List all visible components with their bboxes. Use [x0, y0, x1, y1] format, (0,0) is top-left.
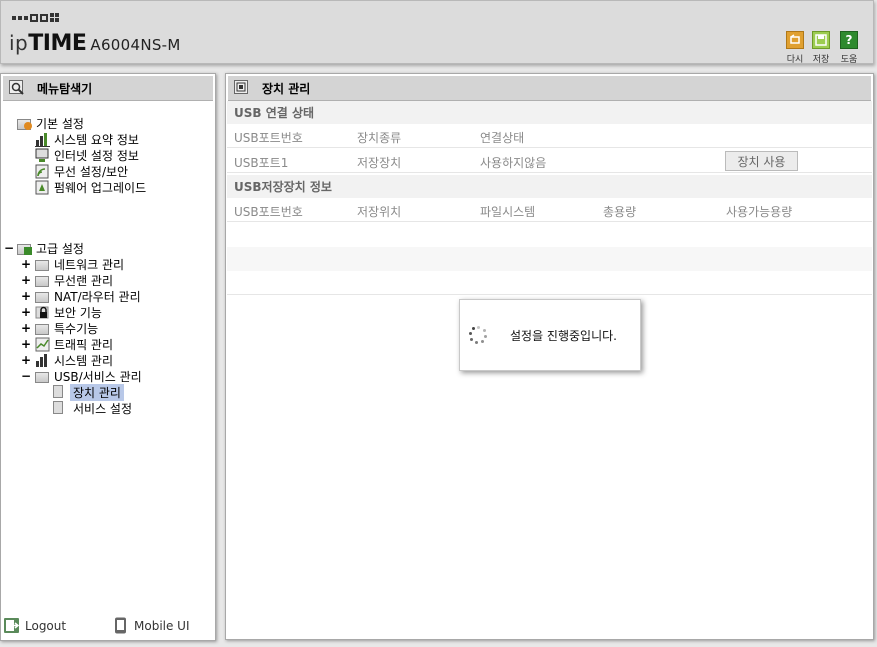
- storage-info-title: USB저장장치 정보: [227, 175, 872, 198]
- table-header-row: USB포트번호 저장위치 파일시스템 총용량 사용가능용량: [227, 198, 872, 222]
- folder-icon: [17, 116, 33, 131]
- page-icon: [234, 80, 250, 96]
- progress-dialog: 설정을 진행중입니다.: [459, 299, 641, 371]
- brand-dots-icon: [12, 13, 59, 22]
- logout-link[interactable]: Logout: [3, 617, 66, 634]
- tree-network-management[interactable]: + 네트워크 관리: [21, 256, 124, 272]
- usb-status-title: USB 연결 상태: [227, 101, 872, 124]
- tree-service-settings[interactable]: 서비스 설정: [51, 400, 132, 416]
- table-row: [227, 223, 872, 247]
- expand-toggle: +: [21, 353, 32, 367]
- usb-icon: [35, 369, 51, 384]
- monitor-icon: [35, 148, 51, 163]
- wireless-icon: [35, 164, 51, 179]
- mobile-ui-link[interactable]: Mobile UI: [112, 617, 190, 634]
- features-icon: [35, 321, 51, 336]
- tree-special-features[interactable]: + 특수기능: [21, 320, 98, 336]
- page-header: 장치 관리: [228, 76, 871, 101]
- network-icon: [35, 257, 51, 272]
- table-row: [227, 271, 872, 295]
- tree-security[interactable]: + 보안 기능: [21, 304, 102, 320]
- brand-logo: ip TIME A6004NS-M: [9, 31, 181, 56]
- tree-nat-router[interactable]: + NAT/라우터 관리: [21, 288, 141, 304]
- expand-toggle: +: [21, 289, 32, 303]
- router-icon: [35, 289, 51, 304]
- tree-system-summary[interactable]: 시스템 요약 정보: [35, 131, 139, 147]
- help-icon: ?: [840, 31, 858, 49]
- chart-icon: [35, 353, 51, 368]
- search-icon: [9, 80, 25, 96]
- page-icon: [51, 400, 67, 416]
- top-header: ip TIME A6004NS-M 다시 저장 ? 도움: [0, 0, 874, 65]
- enable-device-button[interactable]: 장치 사용: [725, 151, 798, 171]
- refresh-button[interactable]: 다시: [783, 31, 807, 65]
- menu-explorer-title: 메뉴탐색기: [37, 81, 93, 96]
- expand-toggle: +: [21, 305, 32, 319]
- tree-device-management[interactable]: 장치 관리: [51, 383, 124, 401]
- tree-basic-settings[interactable]: 기본 설정: [17, 115, 84, 131]
- collapse-toggle: −: [21, 369, 32, 383]
- save-icon: [812, 31, 830, 49]
- expand-toggle: +: [21, 273, 32, 287]
- loading-spinner-icon: [468, 325, 488, 345]
- mobile-icon: [112, 617, 129, 634]
- page-icon: [51, 384, 67, 400]
- table-row: USB포트1 저장장치 사용하지않음 장치 사용: [227, 149, 872, 173]
- save-button[interactable]: 저장: [809, 31, 833, 65]
- progress-message: 설정을 진행중입니다.: [510, 328, 617, 343]
- expand-toggle: +: [21, 257, 32, 271]
- tree-wireless-security[interactable]: 무선 설정/보안: [35, 163, 128, 179]
- logout-icon: [3, 617, 20, 634]
- lock-icon: [35, 305, 51, 320]
- expand-toggle: +: [21, 337, 32, 351]
- expand-toggle: +: [21, 321, 32, 335]
- tree-wlan-management[interactable]: + 무선랜 관리: [21, 272, 113, 288]
- collapse-toggle: −: [4, 241, 15, 255]
- chart-icon: [35, 132, 51, 147]
- tree-usb-service-management[interactable]: − USB/서비스 관리: [21, 368, 142, 384]
- upgrade-icon: [35, 180, 51, 195]
- tree-system-management[interactable]: + 시스템 관리: [21, 352, 113, 368]
- menu-explorer-header: 메뉴탐색기: [3, 76, 213, 101]
- folder-icon: [17, 241, 33, 256]
- tree-traffic-management[interactable]: + 트래픽 관리: [21, 336, 113, 352]
- table-row: [227, 247, 872, 271]
- tree-internet-info[interactable]: 인터넷 설정 정보: [35, 147, 139, 163]
- traffic-icon: [35, 337, 51, 352]
- model-name: A6004NS-M: [90, 36, 181, 54]
- page-title: 장치 관리: [262, 81, 311, 96]
- table-header-row: USB포트번호 장치종류 연결상태: [227, 124, 872, 148]
- tree-firmware-upgrade[interactable]: 펌웨어 업그레이드: [35, 179, 146, 195]
- refresh-icon: [786, 31, 804, 49]
- menu-explorer-panel: 메뉴탐색기 기본 설정 시스템 요약 정보 인터넷 설정 정보 무선 설정/보안…: [0, 73, 216, 641]
- help-button[interactable]: ? 도움: [837, 31, 861, 65]
- tree-advanced-settings[interactable]: − 고급 설정: [4, 240, 84, 256]
- wireless-icon: [35, 273, 51, 288]
